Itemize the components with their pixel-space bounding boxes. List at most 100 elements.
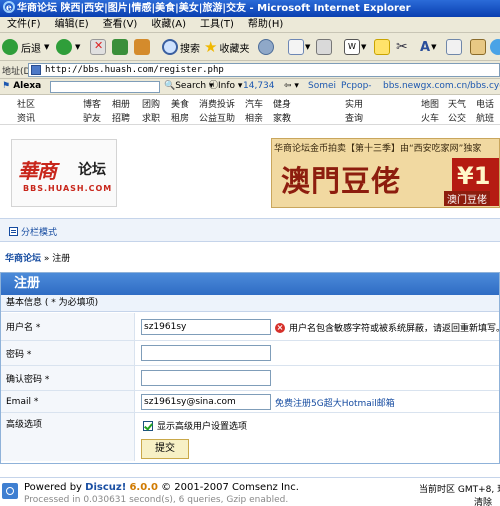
alexa-link-3[interactable]: bbs.newgx.com.cn/	[383, 79, 470, 94]
nav-album[interactable]: 相册	[112, 97, 130, 110]
mail-button[interactable]: ▼	[288, 37, 310, 57]
nav-flight[interactable]: 航班	[476, 111, 494, 124]
history-button[interactable]	[258, 37, 274, 57]
nav-groupbuy[interactable]: 团购	[142, 97, 160, 110]
breadcrumb-current: 注册	[52, 254, 71, 264]
paste-button[interactable]	[470, 37, 486, 57]
alexa-link-4[interactable]: bbs.cyo	[470, 79, 500, 94]
confirm-password-label: 确认密码 *	[1, 366, 135, 390]
menu-edit[interactable]: 编辑(E)	[48, 17, 96, 33]
row-confirm-password: 确认密码 *	[1, 366, 499, 391]
window-title-bar: e 华商论坛 陕西|西安|图片|情感|美食|美女|旅游|交友 - Microso…	[0, 0, 500, 17]
row-email: Email * sz1961sy@sina.com 免费注册5G超大Hotmai…	[1, 391, 499, 413]
forward-arrow-icon	[56, 39, 72, 55]
breadcrumb-separator: »	[43, 254, 53, 264]
search-button[interactable]: 搜索	[162, 37, 200, 57]
star-icon: ★	[204, 38, 218, 56]
breadcrumb-home[interactable]: 华商论坛	[5, 254, 41, 264]
advanced-option[interactable]: 显示高级用户设置选项	[143, 419, 247, 432]
processed-info: Processed in 0.030631 second(s), 6 queri…	[24, 495, 289, 505]
nav-charity[interactable]: 公益互助	[199, 111, 235, 124]
nav-rent[interactable]: 租房	[171, 111, 189, 124]
nav-car[interactable]: 汽车	[245, 97, 263, 110]
menu-view[interactable]: 查看(V)	[96, 17, 145, 33]
discuz-link[interactable]: Discuz!	[85, 482, 126, 493]
submit-button[interactable]: 提交	[141, 439, 189, 459]
nav-news[interactable]: 资讯	[17, 111, 35, 124]
clear-cookies-link[interactable]: 清除	[474, 495, 492, 506]
banner-subtitle: 澳门豆佬	[444, 191, 490, 206]
alexa-back-icon[interactable]: ⇦ ▾	[284, 79, 299, 94]
alexa-info-button[interactable]: ⓘInfo ▾	[209, 79, 242, 94]
split-mode-link[interactable]: 分栏模式	[9, 225, 57, 238]
note-button[interactable]	[374, 37, 390, 57]
username-input[interactable]: sz1961sy	[141, 319, 271, 335]
site-header: 華商 论坛 BBS.HUASH.COM 华商论坛金币拍卖【第十三季】由“西安吃家…	[0, 125, 500, 218]
username-label: 用户名 *	[1, 313, 135, 340]
nav-travel[interactable]: 驴友	[83, 111, 101, 124]
menu-help[interactable]: 帮助(H)	[241, 17, 290, 33]
address-input[interactable]: http://bbs.huash.com/register.php	[28, 63, 500, 77]
copy-button[interactable]	[446, 37, 462, 57]
refresh-icon	[112, 39, 128, 55]
cut-button[interactable]: ✂	[396, 37, 408, 57]
confirm-password-input[interactable]	[141, 370, 271, 386]
site-logo[interactable]: 華商 论坛 BBS.HUASH.COM	[11, 139, 117, 207]
email-input[interactable]: sz1961sy@sina.com	[141, 394, 271, 410]
password-label: 密码 *	[1, 341, 135, 365]
nav-query[interactable]: 查询	[345, 111, 363, 124]
nav-community[interactable]: 社区	[17, 97, 35, 110]
favorites-button[interactable]: ★ 收藏夹	[204, 37, 249, 57]
back-arrow-icon	[2, 39, 18, 55]
nav-food[interactable]: 美食	[171, 97, 189, 110]
alexa-brand[interactable]: ⚑ Alexa	[2, 79, 41, 94]
alexa-link-2[interactable]: Pcpop-	[341, 79, 372, 94]
error-icon: ×	[275, 322, 285, 333]
alexa-logo-icon: ⚑	[2, 81, 11, 91]
forward-button[interactable]: ▼	[56, 37, 80, 57]
search-icon	[162, 39, 178, 55]
discuz-icon	[2, 483, 18, 499]
back-button[interactable]: 后退 ▼	[2, 37, 49, 57]
nav-blog[interactable]: 博客	[83, 97, 101, 110]
nav-complaint[interactable]: 消费投诉	[199, 97, 235, 110]
row-advanced: 高级选项 显示高级用户设置选项 提交	[1, 413, 499, 461]
banner-title: 澳門豆佬	[281, 164, 402, 198]
nav-fitness[interactable]: 健身	[273, 97, 291, 110]
edit-button[interactable]: W ▼	[344, 37, 366, 57]
hotmail-link[interactable]: 免费注册5G超大Hotmail邮箱	[275, 396, 395, 409]
nav-bus[interactable]: 公交	[448, 111, 466, 124]
paste-icon	[470, 39, 486, 55]
font-button[interactable]: A ▼	[420, 37, 436, 57]
alexa-search-button[interactable]: 🔍Search ▾	[164, 79, 214, 94]
nav-weather[interactable]: 天气	[448, 97, 466, 110]
menu-tools[interactable]: 工具(T)	[193, 17, 241, 33]
copy-icon	[446, 39, 462, 55]
nav-phone[interactable]: 电话	[476, 97, 494, 110]
nav-train[interactable]: 火车	[421, 111, 439, 124]
menu-favorites[interactable]: 收藏(A)	[144, 17, 193, 33]
form-title: 注册	[1, 273, 499, 295]
nav-tutor[interactable]: 家教	[273, 111, 291, 124]
nav-dating[interactable]: 相亲	[245, 111, 263, 124]
stop-icon: ✕	[90, 39, 106, 55]
nav-map[interactable]: 地图	[421, 97, 439, 110]
msn-button[interactable]	[490, 37, 500, 57]
alexa-search-input[interactable]	[50, 81, 160, 93]
menu-file[interactable]: 文件(F)	[0, 17, 48, 33]
advanced-checkbox[interactable]	[143, 420, 153, 431]
stop-button[interactable]: ✕	[90, 37, 106, 57]
password-input[interactable]	[141, 345, 271, 361]
ad-banner[interactable]: 华商论坛金币拍卖【第十三季】由“西安吃家网”独家 澳門豆佬 ¥1 澳门豆佬	[271, 138, 500, 208]
search-icon: 🔍	[164, 81, 176, 91]
username-error: × 用户名包含敏感字符或被系统屏蔽，请返回重新填写。	[275, 322, 500, 334]
msn-icon	[490, 39, 500, 55]
nav-practical[interactable]: 实用	[345, 97, 363, 110]
print-button[interactable]	[316, 37, 332, 57]
home-button[interactable]	[134, 37, 150, 57]
refresh-button[interactable]	[112, 37, 128, 57]
font-icon: A	[420, 39, 431, 55]
nav-recruit[interactable]: 招聘	[112, 111, 130, 124]
nav-jobseek[interactable]: 求职	[142, 111, 160, 124]
alexa-link-1[interactable]: Somei	[308, 79, 336, 94]
